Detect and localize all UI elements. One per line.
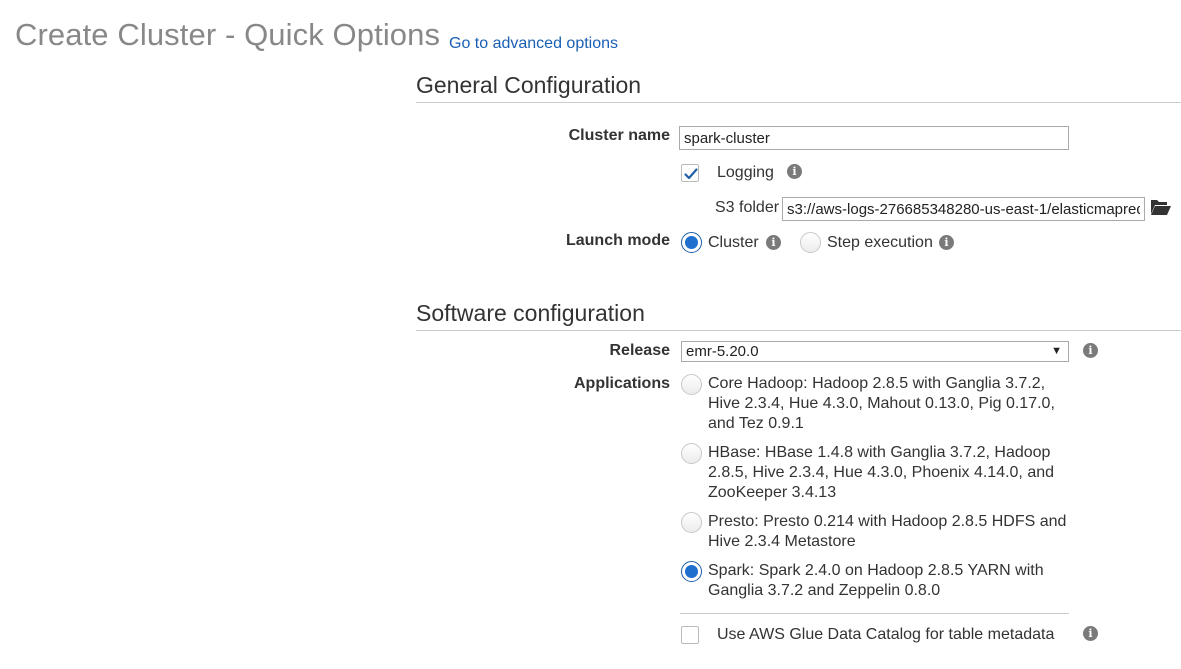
cluster-info-icon[interactable]: i — [766, 235, 781, 250]
logging-info-icon[interactable]: i — [787, 164, 802, 179]
s3-folder-label: S3 folder — [715, 199, 780, 216]
app-spark-radio[interactable] — [681, 561, 702, 582]
app-hbase-label: HBase: HBase 1.4.8 with Ganglia 3.7.2, H… — [708, 444, 1055, 501]
app-spark-label: Spark: Spark 2.4.0 on Hadoop 2.8.5 YARN … — [708, 562, 1044, 599]
general-configuration-heading: General Configuration — [416, 72, 642, 98]
folder-open-icon[interactable] — [1150, 198, 1172, 221]
advanced-options-link[interactable]: Go to advanced options — [449, 35, 618, 53]
software-configuration-heading: Software configuration — [416, 300, 645, 326]
launch-mode-step-execution-radio[interactable] — [800, 232, 821, 253]
s3-folder-input[interactable] — [782, 197, 1145, 221]
release-select[interactable]: emr-5.20.0 ▼ — [681, 341, 1069, 362]
logging-checkbox[interactable] — [681, 164, 699, 182]
launch-mode-cluster-radio[interactable] — [681, 232, 702, 253]
release-info-icon[interactable]: i — [1083, 343, 1098, 358]
release-select-value: emr-5.20.0 — [686, 343, 759, 360]
app-presto-label: Presto: Presto 0.214 with Hadoop 2.8.5 H… — [708, 513, 1067, 550]
app-core-hadoop-radio[interactable] — [681, 374, 702, 395]
step-execution-info-icon[interactable]: i — [939, 235, 954, 250]
glue-catalog-info-icon[interactable]: i — [1083, 626, 1098, 641]
applications-divider — [680, 613, 1069, 614]
cluster-name-label: Cluster name — [568, 127, 670, 144]
launch-mode-cluster-label: Cluster — [708, 234, 759, 251]
logging-label: Logging — [717, 164, 774, 181]
checkmark-icon — [684, 168, 698, 180]
cluster-name-input[interactable] — [679, 126, 1069, 150]
launch-mode-step-execution-label: Step execution — [827, 234, 933, 251]
glue-catalog-checkbox[interactable] — [681, 626, 699, 644]
page-title: Create Cluster - Quick Options — [15, 17, 441, 52]
chevron-down-icon: ▼ — [1051, 345, 1062, 357]
launch-mode-label: Launch mode — [565, 232, 670, 249]
app-presto-radio[interactable] — [681, 512, 702, 533]
app-hbase-radio[interactable] — [681, 443, 702, 464]
glue-catalog-label: Use AWS Glue Data Catalog for table meta… — [717, 626, 1055, 643]
section-divider — [416, 102, 1181, 103]
section-divider — [416, 330, 1181, 331]
app-core-hadoop-label: Core Hadoop: Hadoop 2.8.5 with Ganglia 3… — [708, 375, 1055, 432]
release-label: Release — [609, 342, 671, 359]
applications-label: Applications — [573, 375, 670, 392]
